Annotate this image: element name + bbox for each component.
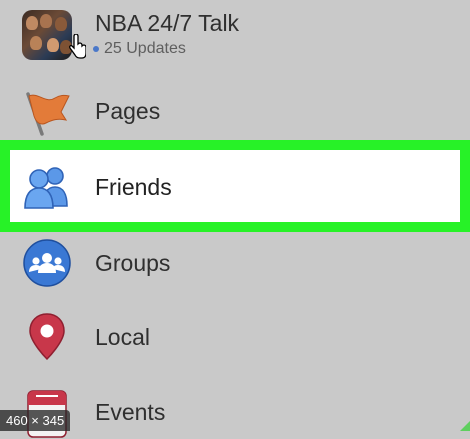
corner-triangle [460, 421, 470, 431]
side-menu: NBA 24/7 Talk 25 Updates Pages Friends G… [0, 0, 470, 438]
group-updates-text: 25 Updates [104, 40, 186, 57]
menu-item-label: Friends [95, 174, 172, 200]
groups-icon [23, 239, 71, 287]
image-size-badge: 460 × 345 [0, 410, 71, 431]
menu-item-friends[interactable]: Friends [0, 140, 470, 232]
menu-item-group[interactable]: NBA 24/7 Talk 25 Updates [0, 0, 470, 72]
menu-item-label: Groups [95, 250, 171, 276]
unread-dot [93, 45, 99, 52]
menu-item-pages[interactable]: Pages [0, 74, 470, 148]
group-thumbnail [22, 10, 72, 60]
menu-item-label: Local [95, 324, 150, 350]
group-name: NBA 24/7 Talk [95, 10, 240, 36]
menu-item-groups[interactable]: Groups [0, 228, 470, 302]
menu-item-label: Pages [95, 98, 161, 124]
map-pin-icon [29, 313, 65, 361]
friends-icon [24, 167, 68, 209]
menu-item-label: Events [95, 399, 166, 425]
group-updates: 25 Updates [93, 40, 186, 58]
hand-cursor-icon [69, 34, 86, 59]
menu-item-events[interactable]: Events [0, 375, 470, 438]
menu-item-local[interactable]: Local [0, 303, 470, 377]
flag-icon [26, 92, 70, 136]
